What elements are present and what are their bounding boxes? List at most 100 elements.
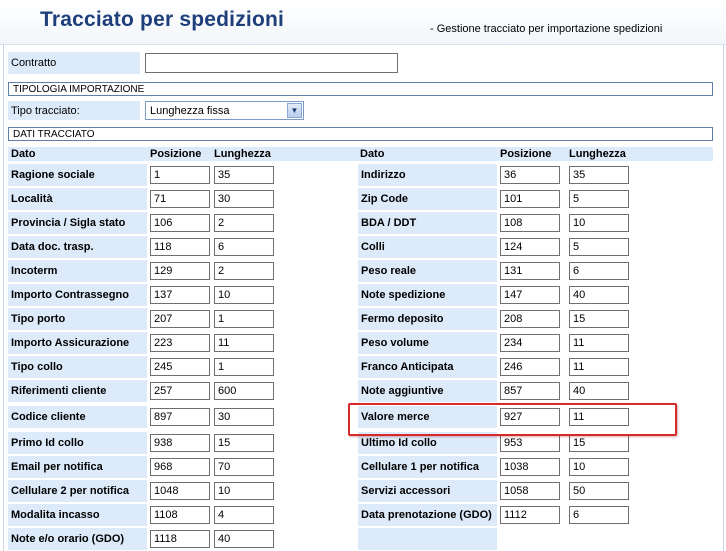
dato-label-right: Peso volume [358, 332, 497, 354]
posizione-input-right[interactable]: 147 [500, 286, 560, 304]
contratto-label: Contratto [8, 52, 140, 74]
lunghezza-input-left[interactable]: 11 [214, 334, 274, 352]
lunghezza-input-left[interactable]: 30 [214, 408, 274, 426]
lunghezza-input-right[interactable]: 40 [569, 382, 629, 400]
dato-label-right: Zip Code [358, 188, 497, 210]
tipo-tracciato-value: Lunghezza fissa [150, 104, 230, 117]
posizione-input-right[interactable]: 1112 [500, 506, 560, 524]
header-lunghezza-left: Lunghezza [211, 147, 357, 161]
posizione-input-left[interactable]: 1108 [150, 506, 210, 524]
lunghezza-input-right[interactable]: 11 [569, 334, 629, 352]
posizione-input-right[interactable]: 124 [500, 238, 560, 256]
dato-label-right: Colli [358, 236, 497, 258]
posizione-input-left[interactable]: 938 [150, 434, 210, 452]
posizione-input-right[interactable]: 208 [500, 310, 560, 328]
lunghezza-input-right[interactable]: 40 [569, 286, 629, 304]
posizione-input-right[interactable]: 1058 [500, 482, 560, 500]
lunghezza-input-left[interactable]: 10 [214, 482, 274, 500]
posizione-input-left[interactable]: 71 [150, 190, 210, 208]
header-posizione-right: Posizione [497, 147, 566, 161]
lunghezza-input-left[interactable]: 6 [214, 238, 274, 256]
posizione-input-left[interactable]: 223 [150, 334, 210, 352]
page-header: Tracciato per spedizioni - Gestione trac… [0, 0, 726, 45]
lunghezza-input-left[interactable]: 4 [214, 506, 274, 524]
posizione-input-left[interactable]: 118 [150, 238, 210, 256]
posizione-input-left[interactable]: 129 [150, 262, 210, 280]
lunghezza-input-left[interactable]: 35 [214, 166, 274, 184]
dato-label-right: Note spedizione [358, 284, 497, 306]
lunghezza-input-left[interactable]: 600 [214, 382, 274, 400]
contratto-input[interactable] [145, 53, 398, 73]
dato-label-left: Importo Assicurazione [8, 332, 147, 354]
header-posizione-left: Posizione [147, 147, 211, 161]
lunghezza-input-right[interactable]: 5 [569, 190, 629, 208]
chevron-down-icon[interactable]: ▼ [287, 103, 302, 118]
lunghezza-input-left[interactable]: 40 [214, 530, 274, 548]
lunghezza-input-right[interactable]: 6 [569, 262, 629, 280]
lunghezza-input-left[interactable]: 2 [214, 214, 274, 232]
posizione-input-right[interactable]: 246 [500, 358, 560, 376]
lunghezza-input-right[interactable]: 10 [569, 458, 629, 476]
dato-label-left: Codice cliente [8, 406, 147, 428]
lunghezza-input-right[interactable]: 11 [569, 358, 629, 376]
lunghezza-input-left[interactable]: 15 [214, 434, 274, 452]
dato-label-left: Riferimenti cliente [8, 380, 147, 402]
lunghezza-input-right[interactable]: 35 [569, 166, 629, 184]
posizione-input-left[interactable]: 106 [150, 214, 210, 232]
dato-label-left: Email per notifica [8, 456, 147, 478]
header-lunghezza-right: Lunghezza [566, 147, 713, 161]
posizione-input-right[interactable]: 953 [500, 434, 560, 452]
posizione-input-left[interactable]: 897 [150, 408, 210, 426]
dato-label-left: Data doc. trasp. [8, 236, 147, 258]
posizione-input-right[interactable]: 857 [500, 382, 560, 400]
posizione-input-left[interactable]: 137 [150, 286, 210, 304]
dato-label-left: Località [8, 188, 147, 210]
tipo-tracciato-label: Tipo tracciato: [8, 101, 140, 120]
posizione-input-left[interactable]: 245 [150, 358, 210, 376]
empty-label-cell [358, 528, 497, 550]
lunghezza-input-left[interactable]: 1 [214, 310, 274, 328]
posizione-input-right[interactable]: 101 [500, 190, 560, 208]
dato-label-right: Franco Anticipata [358, 356, 497, 378]
posizione-input-left[interactable]: 257 [150, 382, 210, 400]
lunghezza-input-right[interactable]: 15 [569, 310, 629, 328]
dato-label-right: Indirizzo [358, 164, 497, 186]
lunghezza-input-right[interactable]: 10 [569, 214, 629, 232]
dato-label-left: Tipo collo [8, 356, 147, 378]
lunghezza-input-right[interactable]: 5 [569, 238, 629, 256]
dato-label-left: Incoterm [8, 260, 147, 282]
posizione-input-left[interactable]: 1 [150, 166, 210, 184]
dato-label-right: Peso reale [358, 260, 497, 282]
dato-label-left: Note e/o orario (GDO) [8, 528, 147, 550]
tipo-tracciato-select[interactable]: Lunghezza fissa ▼ [145, 101, 304, 120]
lunghezza-input-right[interactable]: 6 [569, 506, 629, 524]
dato-label-right: Data prenotazione (GDO) [358, 504, 497, 526]
posizione-input-left[interactable]: 1048 [150, 482, 210, 500]
posizione-input-right[interactable]: 108 [500, 214, 560, 232]
posizione-input-left[interactable]: 968 [150, 458, 210, 476]
posizione-input-right[interactable]: 234 [500, 334, 560, 352]
dato-label-left: Primo Id collo [8, 432, 147, 454]
lunghezza-input-left[interactable]: 70 [214, 458, 274, 476]
highlight-box [348, 403, 677, 436]
lunghezza-input-left[interactable]: 1 [214, 358, 274, 376]
dato-label-left: Provincia / Sigla stato [8, 212, 147, 234]
dato-label-right: Note aggiuntive [358, 380, 497, 402]
page-subtitle: - Gestione tracciato per importazione sp… [430, 23, 663, 35]
lunghezza-input-right[interactable]: 50 [569, 482, 629, 500]
lunghezza-input-left[interactable]: 30 [214, 190, 274, 208]
posizione-input-left[interactable]: 1118 [150, 530, 210, 548]
posizione-input-right[interactable]: 131 [500, 262, 560, 280]
posizione-input-right[interactable]: 1038 [500, 458, 560, 476]
dato-label-right: Servizi accessori [358, 480, 497, 502]
lunghezza-input-left[interactable]: 2 [214, 262, 274, 280]
posizione-input-right[interactable]: 36 [500, 166, 560, 184]
dato-label-left: Modalita incasso [8, 504, 147, 526]
section-dati-tracciato: DATI TRACCIATO [8, 127, 713, 141]
posizione-input-left[interactable]: 207 [150, 310, 210, 328]
lunghezza-input-right[interactable]: 15 [569, 434, 629, 452]
section-tipologia: TIPOLOGIA IMPORTAZIONE [8, 82, 713, 96]
lunghezza-input-left[interactable]: 10 [214, 286, 274, 304]
dato-label-right: BDA / DDT [358, 212, 497, 234]
dato-label-right: Fermo deposito [358, 308, 497, 330]
